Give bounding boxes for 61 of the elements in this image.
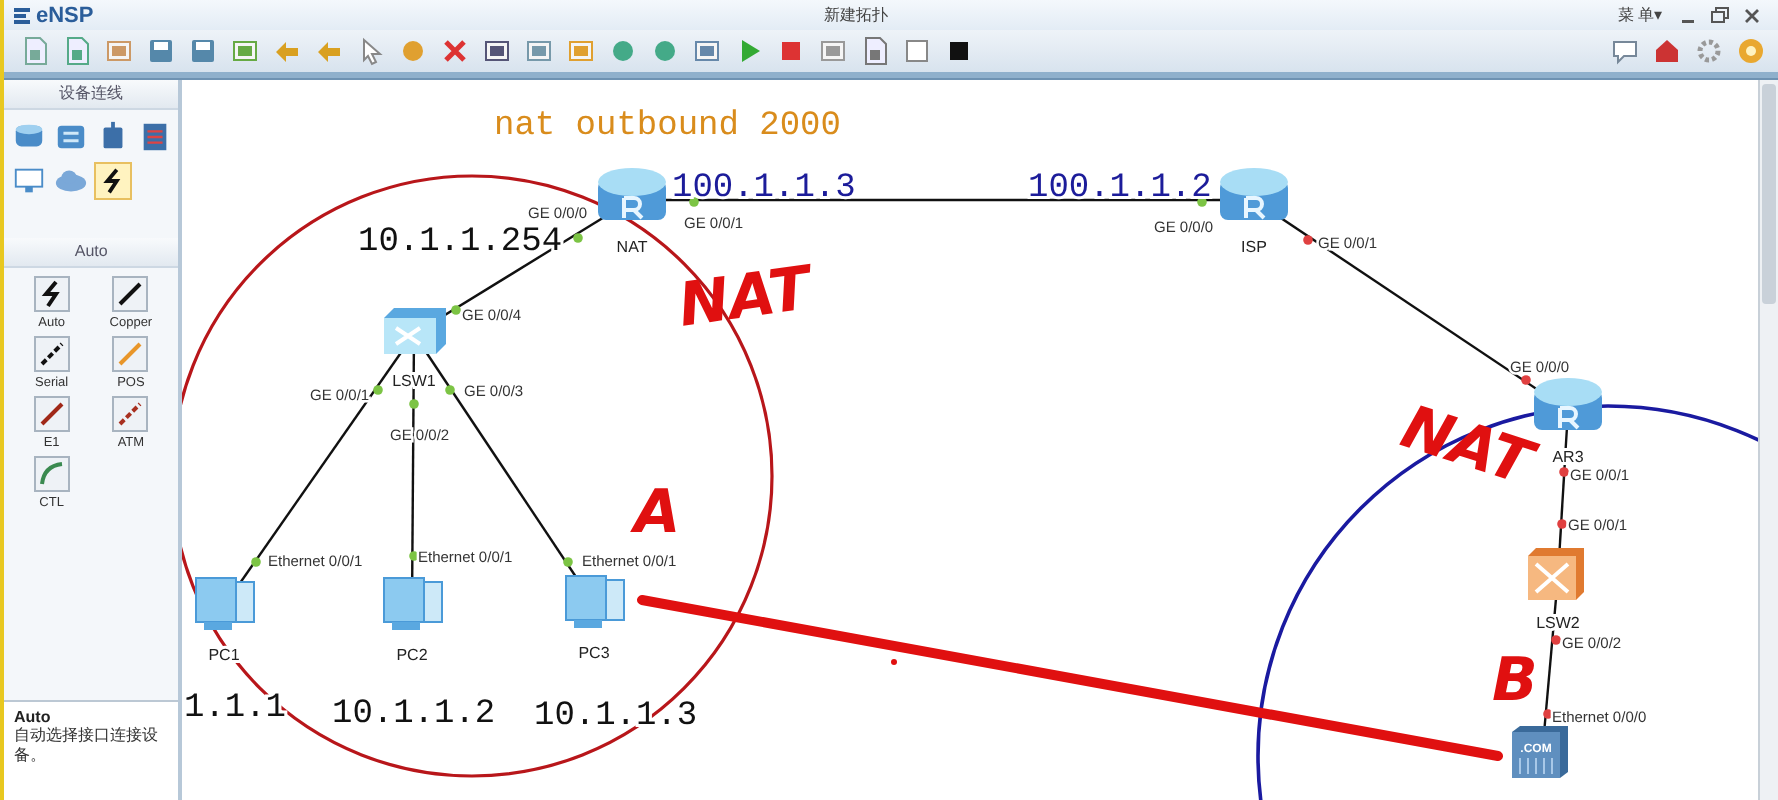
cable-button[interactable] — [33, 396, 70, 432]
stop-icon[interactable] — [776, 36, 806, 66]
cable-button[interactable] — [112, 396, 149, 432]
panel-header: 设备连线 — [4, 80, 179, 110]
save-icon[interactable] — [188, 36, 218, 66]
line-icon — [37, 400, 66, 428]
document-icon[interactable] — [20, 36, 50, 66]
line-icon — [116, 280, 145, 308]
logo-icon — [12, 5, 32, 25]
switch-icon — [54, 120, 88, 154]
pc-icon — [12, 164, 46, 198]
image-icon[interactable] — [104, 36, 134, 66]
delete-icon[interactable] — [440, 36, 470, 66]
node-label: PC2 — [396, 646, 429, 664]
handwritten-note: B — [1492, 646, 1539, 716]
computer-icon[interactable] — [565, 575, 626, 628]
node-label: PC3 — [578, 644, 611, 662]
restore-icon[interactable] — [1705, 5, 1734, 25]
ip-address: 10.1.1.2 — [332, 696, 496, 734]
scrollbar[interactable] — [1758, 80, 1778, 800]
save-icon[interactable] — [146, 36, 176, 66]
marker-dot — [891, 659, 898, 665]
cable-button[interactable] — [112, 276, 149, 312]
dashed-line-icon — [37, 340, 66, 368]
window-title: 新建拓扑 — [823, 4, 888, 26]
computer-icon[interactable] — [383, 577, 444, 630]
info-title: Auto — [14, 708, 53, 726]
server-icon[interactable] — [1512, 726, 1569, 778]
chat-icon[interactable] — [1610, 36, 1640, 66]
ip-address: 1.1.1 — [184, 690, 287, 728]
router-icon[interactable] — [598, 168, 667, 220]
ip-address: 100.1.1.2 — [1028, 170, 1213, 208]
curved-line-icon — [37, 460, 66, 488]
menu-button[interactable]: 菜 单▾ — [1617, 4, 1662, 26]
computer-icon[interactable] — [195, 577, 256, 630]
ip-address: 100.1.1.3 — [672, 170, 857, 208]
help-icon[interactable] — [1736, 36, 1766, 66]
dashed-line-icon — [116, 400, 145, 428]
line-icon — [116, 340, 145, 368]
switch-icon[interactable] — [1528, 548, 1585, 600]
screen-icon[interactable] — [692, 36, 722, 66]
ip-address: 10.1.1.254 — [358, 224, 563, 262]
square-icon[interactable] — [902, 36, 932, 66]
panel-header: Auto — [4, 238, 179, 268]
app-name: eNSP — [36, 3, 94, 27]
command-text: nat outbound 2000 — [494, 108, 842, 146]
handwritten-note: NAT — [675, 254, 816, 342]
switch-icon[interactable] — [384, 308, 447, 354]
node-label: NAT — [617, 238, 648, 256]
cable-button[interactable] — [33, 336, 70, 372]
handwritten-note: NAT — [1393, 392, 1541, 500]
info-text: 自动选择接口连接设备。 — [14, 726, 160, 766]
scrollbar-thumb[interactable] — [1762, 84, 1776, 304]
cable-button[interactable] — [33, 276, 70, 312]
handwritten-note: A — [634, 478, 681, 548]
node-label: ISP — [1241, 238, 1268, 256]
firewall-icon — [138, 120, 172, 154]
settings-icon[interactable] — [1694, 36, 1724, 66]
document-icon[interactable] — [62, 36, 92, 66]
router-icon[interactable] — [1220, 168, 1289, 220]
home-icon[interactable] — [1652, 36, 1682, 66]
